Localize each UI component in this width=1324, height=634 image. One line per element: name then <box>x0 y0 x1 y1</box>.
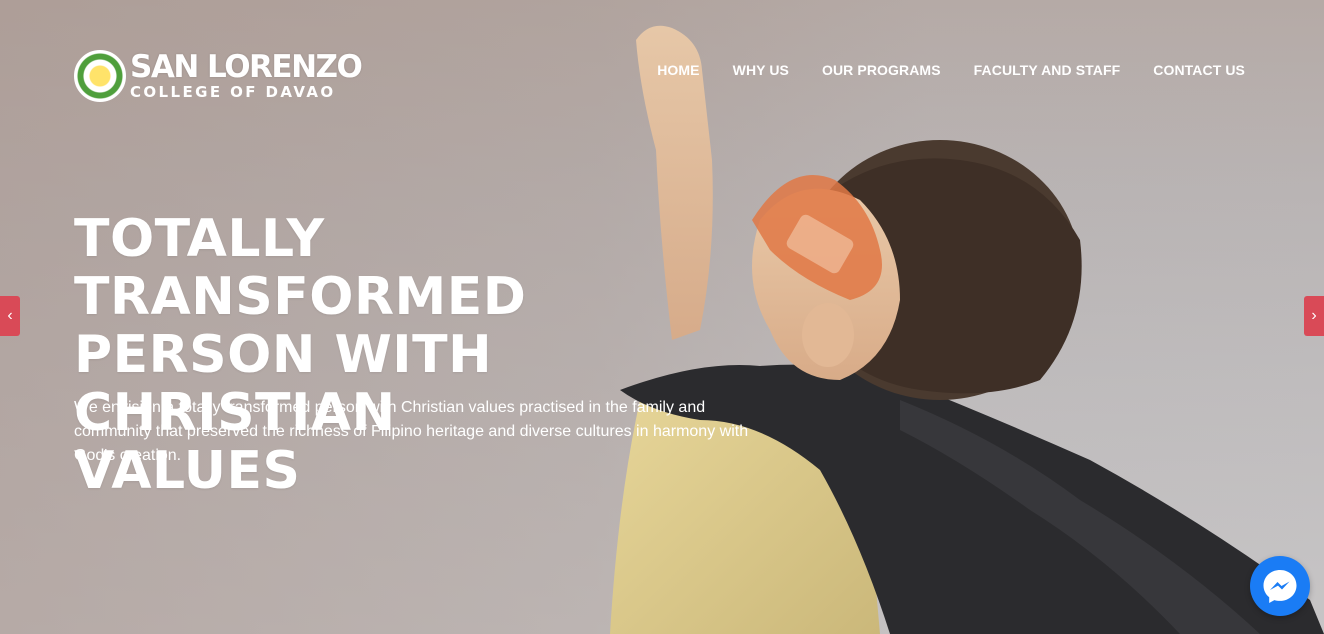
slider-next-button[interactable]: › <box>1304 296 1324 336</box>
site-logo[interactable]: SAN LORENZO COLLEGE OF DAVAO <box>74 49 363 102</box>
nav-contact-us[interactable]: CONTACT US <box>1153 62 1245 78</box>
hero-description: We envision a totally transformed person… <box>74 399 749 464</box>
nav-our-programs[interactable]: OUR PROGRAMS <box>822 62 941 78</box>
chevron-left-icon: ‹ <box>7 307 13 324</box>
slider-prev-button[interactable]: ‹ <box>0 296 20 336</box>
site-header: SAN LORENZO COLLEGE OF DAVAO HOME WHY US… <box>0 0 1324 140</box>
college-seal-icon <box>74 50 126 102</box>
nav-why-us[interactable]: WHY US <box>733 62 789 78</box>
messenger-chat-button[interactable] <box>1250 556 1310 616</box>
nav-faculty-and-staff[interactable]: FACULTY AND STAFF <box>974 62 1121 78</box>
headline-line-1: TOTALLY TRANSFORMED <box>74 209 527 327</box>
brand-text: SAN LORENZO COLLEGE OF DAVAO <box>130 49 363 101</box>
brand-name: SAN LORENZO <box>130 49 363 85</box>
main-navigation: HOME WHY US OUR PROGRAMS FACULTY AND STA… <box>657 62 1245 78</box>
messenger-icon <box>1263 570 1297 603</box>
chevron-right-icon: › <box>1311 307 1317 324</box>
nav-home[interactable]: HOME <box>657 62 699 78</box>
brand-subtitle: COLLEGE OF DAVAO <box>130 83 336 101</box>
